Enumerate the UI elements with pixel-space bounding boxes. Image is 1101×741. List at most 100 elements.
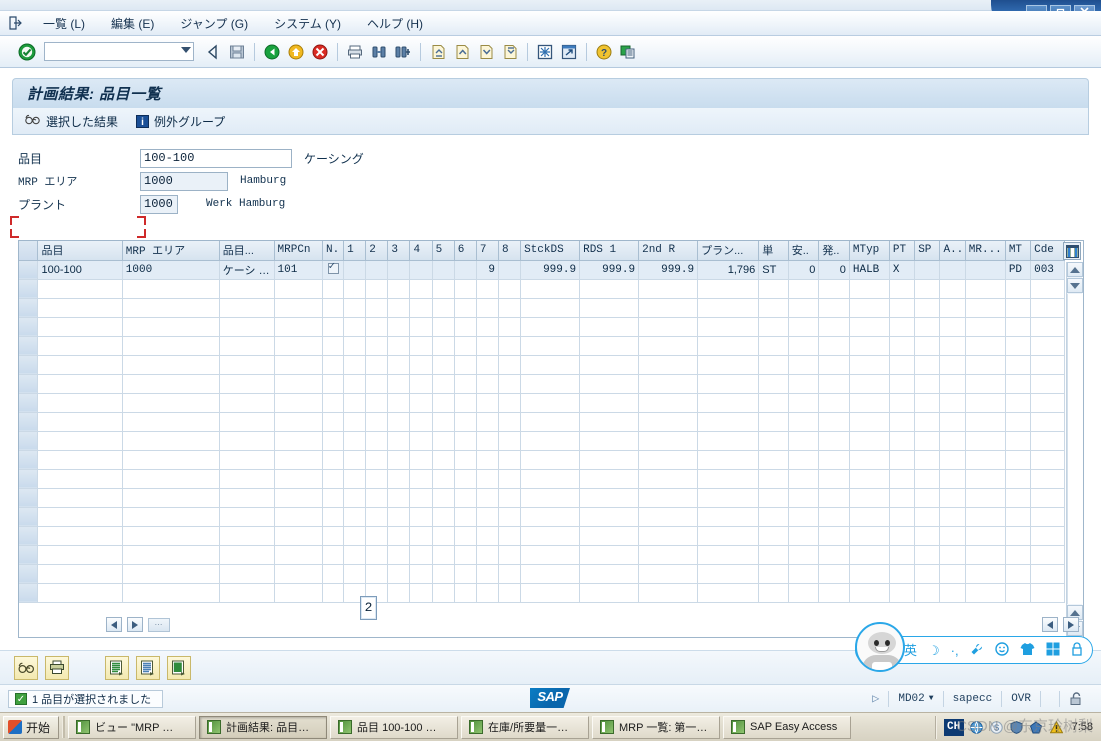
cell-a[interactable] (939, 450, 966, 470)
cell-pt[interactable] (889, 583, 916, 603)
table-row-empty[interactable] (19, 450, 1065, 470)
table-row-empty[interactable] (19, 412, 1065, 432)
cell-mtyp[interactable] (849, 526, 890, 546)
cell-c8[interactable] (498, 393, 522, 413)
cell-mrpcn[interactable] (274, 393, 324, 413)
cell-c2[interactable] (365, 488, 389, 508)
cell-a[interactable] (939, 545, 966, 565)
cell-a[interactable] (939, 583, 966, 603)
cell-c2[interactable] (365, 317, 389, 337)
mrp-list-button[interactable] (105, 655, 129, 680)
cell-mrp_area[interactable]: 1000 (122, 260, 220, 280)
cell-c6[interactable] (454, 336, 477, 356)
cell-stckds[interactable]: 999.9 (520, 260, 581, 280)
cell-rds1[interactable] (579, 583, 640, 603)
cell-c4[interactable] (409, 412, 433, 432)
cell-issue[interactable] (818, 507, 850, 527)
cell-c7[interactable] (476, 507, 499, 527)
plant-input[interactable] (140, 194, 178, 214)
cell-c3[interactable] (387, 469, 411, 489)
ime-toolbox-icon[interactable] (970, 642, 984, 658)
cell-sp[interactable] (914, 507, 941, 527)
cell-n[interactable] (322, 431, 345, 451)
cell-c8[interactable] (498, 431, 522, 451)
cell-a[interactable] (939, 431, 966, 451)
cell-mtyp[interactable] (849, 545, 890, 565)
cell-c8[interactable] (498, 260, 522, 280)
cell-unit[interactable] (758, 412, 789, 432)
grid-header-c8[interactable]: 8 (498, 241, 522, 261)
cell-n[interactable] (322, 564, 345, 584)
cell-sp[interactable] (914, 279, 941, 299)
cell-mrp_area[interactable] (122, 488, 220, 508)
sogou-pinyin-icon[interactable]: S (989, 720, 1004, 735)
cell-rds2[interactable] (638, 279, 699, 299)
cell-material[interactable] (37, 298, 123, 318)
cell-mr[interactable] (965, 393, 1006, 413)
resize-grip-icon[interactable]: ⋯ (148, 617, 170, 632)
table-row-empty[interactable] (19, 469, 1065, 489)
cell-rds2[interactable] (638, 526, 699, 546)
cell-c1[interactable] (343, 298, 367, 318)
cell-mtyp[interactable] (849, 412, 890, 432)
cell-rds1[interactable] (579, 355, 640, 375)
cell-stckds[interactable] (520, 355, 581, 375)
cell-c4[interactable] (409, 355, 433, 375)
cell-n[interactable] (322, 298, 345, 318)
menu-item-list[interactable]: 一覧 (L) (30, 12, 98, 35)
cell-safety[interactable] (788, 431, 820, 451)
cell-sp[interactable] (914, 355, 941, 375)
row-select-cell[interactable] (19, 431, 39, 451)
grid-header-rds1[interactable]: RDS 1 (579, 241, 640, 261)
cell-mt[interactable]: PD (1005, 260, 1032, 280)
cell-cde[interactable] (1030, 583, 1065, 603)
cell-c1[interactable] (343, 336, 367, 356)
cell-mt[interactable] (1005, 336, 1032, 356)
cell-mr[interactable] (965, 374, 1006, 394)
grid-header-c1[interactable]: 1 (343, 241, 367, 261)
table-row-empty[interactable] (19, 393, 1065, 413)
table-row-empty[interactable] (19, 279, 1065, 299)
cell-material[interactable] (37, 374, 123, 394)
cell-pt[interactable] (889, 374, 916, 394)
cell-stckds[interactable] (520, 374, 581, 394)
grid-header-c3[interactable]: 3 (387, 241, 411, 261)
cell-plan[interactable] (697, 298, 760, 318)
cell-issue[interactable] (818, 317, 850, 337)
cell-safety[interactable] (788, 583, 820, 603)
cell-mrpcn[interactable] (274, 412, 324, 432)
cell-pt[interactable] (889, 431, 916, 451)
cell-mtyp[interactable] (849, 431, 890, 451)
cell-c2[interactable] (365, 431, 389, 451)
cell-mrp_area[interactable] (122, 431, 220, 451)
grid-header-c5[interactable]: 5 (432, 241, 455, 261)
insert-mode[interactable]: OVR (1002, 691, 1041, 707)
cell-cde[interactable] (1030, 564, 1065, 584)
cell-c7[interactable] (476, 279, 499, 299)
cell-c4[interactable] (409, 507, 433, 527)
cell-a[interactable] (939, 564, 966, 584)
table-row-empty[interactable] (19, 526, 1065, 546)
cell-mtyp[interactable] (849, 488, 890, 508)
ime-language-toggle[interactable]: 英 (904, 644, 917, 657)
cell-safety[interactable]: 0 (788, 260, 820, 280)
cell-rds2[interactable] (638, 431, 699, 451)
cell-safety[interactable] (788, 469, 820, 489)
cell-n[interactable] (322, 526, 345, 546)
cell-c6[interactable] (454, 317, 477, 337)
cell-safety[interactable] (788, 355, 820, 375)
row-select-cell[interactable] (19, 336, 39, 356)
cell-c8[interactable] (498, 583, 522, 603)
cell-mt[interactable] (1005, 412, 1032, 432)
cell-c2[interactable] (365, 412, 389, 432)
cell-c3[interactable] (387, 279, 411, 299)
cell-stckds[interactable] (520, 583, 581, 603)
cell-c4[interactable] (409, 298, 433, 318)
cell-mrp_area[interactable] (122, 583, 220, 603)
cell-material[interactable] (37, 393, 123, 413)
cell-c2[interactable] (365, 336, 389, 356)
last-page-icon[interactable] (499, 41, 521, 63)
cell-safety[interactable] (788, 488, 820, 508)
cell-mrpcn[interactable]: 101 (274, 260, 324, 280)
cell-rds2[interactable] (638, 545, 699, 565)
